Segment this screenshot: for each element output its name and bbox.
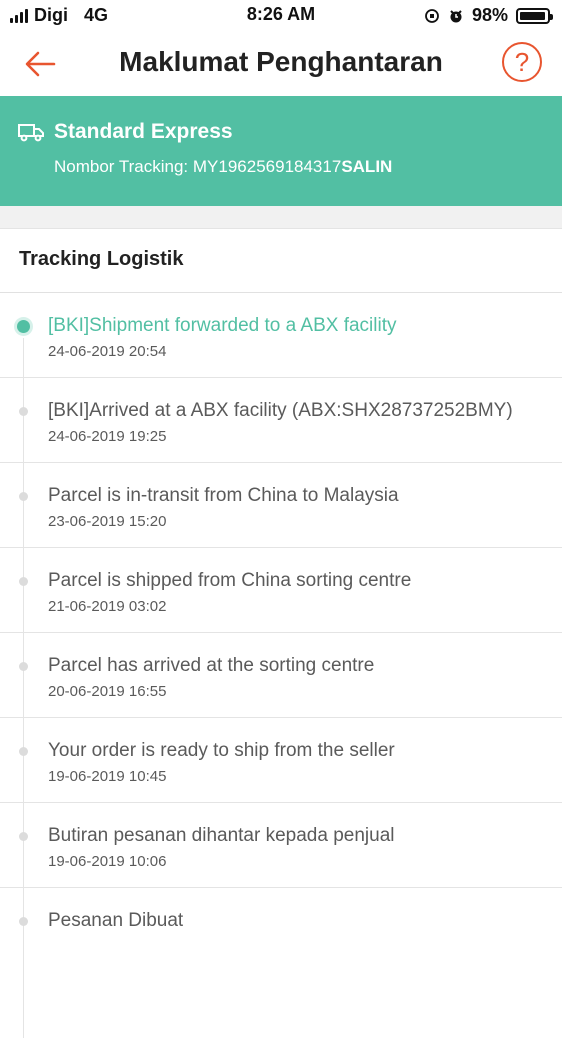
event-timestamp: 20-06-2019 16:55 <box>48 683 167 700</box>
event-timestamp: 19-06-2019 10:06 <box>48 853 167 870</box>
shipping-method: Standard Express <box>54 120 233 143</box>
event-description: Your order is ready to ship from the sel… <box>48 740 395 761</box>
timeline-dot <box>19 832 28 841</box>
status-bar: Digi 4G 8:26 AM 98% <box>0 0 562 32</box>
battery-icon <box>516 7 553 24</box>
event-timestamp: 24-06-2019 20:54 <box>48 343 167 360</box>
tracking-section-title: Tracking Logistik <box>19 248 184 270</box>
truck-icon <box>18 124 44 142</box>
event-timestamp: 19-06-2019 10:45 <box>48 768 167 785</box>
timeline-event: Pesanan Dibuat <box>0 888 562 955</box>
help-icon[interactable]: ? <box>502 42 542 82</box>
timeline-dot-active <box>17 320 30 333</box>
tracking-timeline: [BKI]Shipment forwarded to a ABX facilit… <box>0 293 562 1038</box>
event-description: Parcel is shipped from China sorting cen… <box>48 570 412 591</box>
timeline-dot <box>19 662 28 671</box>
tracking-label: Nombor Tracking: <box>54 157 193 176</box>
event-timestamp: 24-06-2019 19:25 <box>48 428 167 445</box>
event-description: [BKI]Shipment forwarded to a ABX facilit… <box>48 315 397 336</box>
timeline-event: Parcel is in-transit from China to Malay… <box>0 463 562 548</box>
status-bar-right: 98% <box>424 5 553 26</box>
event-timestamp: 23-06-2019 15:20 <box>48 513 167 530</box>
timeline-event: Parcel has arrived at the sorting centre… <box>0 633 562 718</box>
timeline-dot <box>19 577 28 586</box>
section-gap <box>0 206 562 229</box>
header: Maklumat Penghantaran ? <box>0 32 562 96</box>
timeline-dot <box>19 747 28 756</box>
event-description: Butiran pesanan dihantar kepada penjual <box>48 825 395 846</box>
timeline-event: [BKI]Arrived at a ABX facility (ABX:SHX2… <box>0 378 562 463</box>
timeline-dot <box>19 917 28 926</box>
event-description: Parcel has arrived at the sorting centre <box>48 655 375 676</box>
timeline-event: Your order is ready to ship from the sel… <box>0 718 562 803</box>
shipping-banner: Standard Express Nombor Tracking: MY1962… <box>0 96 562 206</box>
event-description: Parcel is in-transit from China to Malay… <box>48 485 399 506</box>
tracking-number: MY1962569184317 <box>192 157 342 176</box>
battery-percent: 98% <box>471 5 508 25</box>
event-timestamp: 21-06-2019 03:02 <box>48 598 167 615</box>
orientation-lock-icon <box>425 8 439 23</box>
timeline-event: Parcel is shipped from China sorting cen… <box>0 548 562 633</box>
alarm-icon <box>450 9 462 22</box>
event-description: Pesanan Dibuat <box>48 910 184 931</box>
timeline-event: Butiran pesanan dihantar kepada penjual 1… <box>0 803 562 888</box>
timeline-dot <box>19 492 28 501</box>
tracking-number-line: Nombor Tracking: MY1962569184317SALIN <box>54 157 392 177</box>
battery-fill <box>520 11 546 20</box>
page-title: Maklumat Penghantaran <box>119 46 443 77</box>
copy-button[interactable]: SALIN <box>341 157 392 176</box>
timeline-dot <box>19 407 28 416</box>
event-description: [BKI]Arrived at a ABX facility (ABX:SHX2… <box>48 400 513 421</box>
timeline-event: [BKI]Shipment forwarded to a ABX facilit… <box>0 293 562 378</box>
